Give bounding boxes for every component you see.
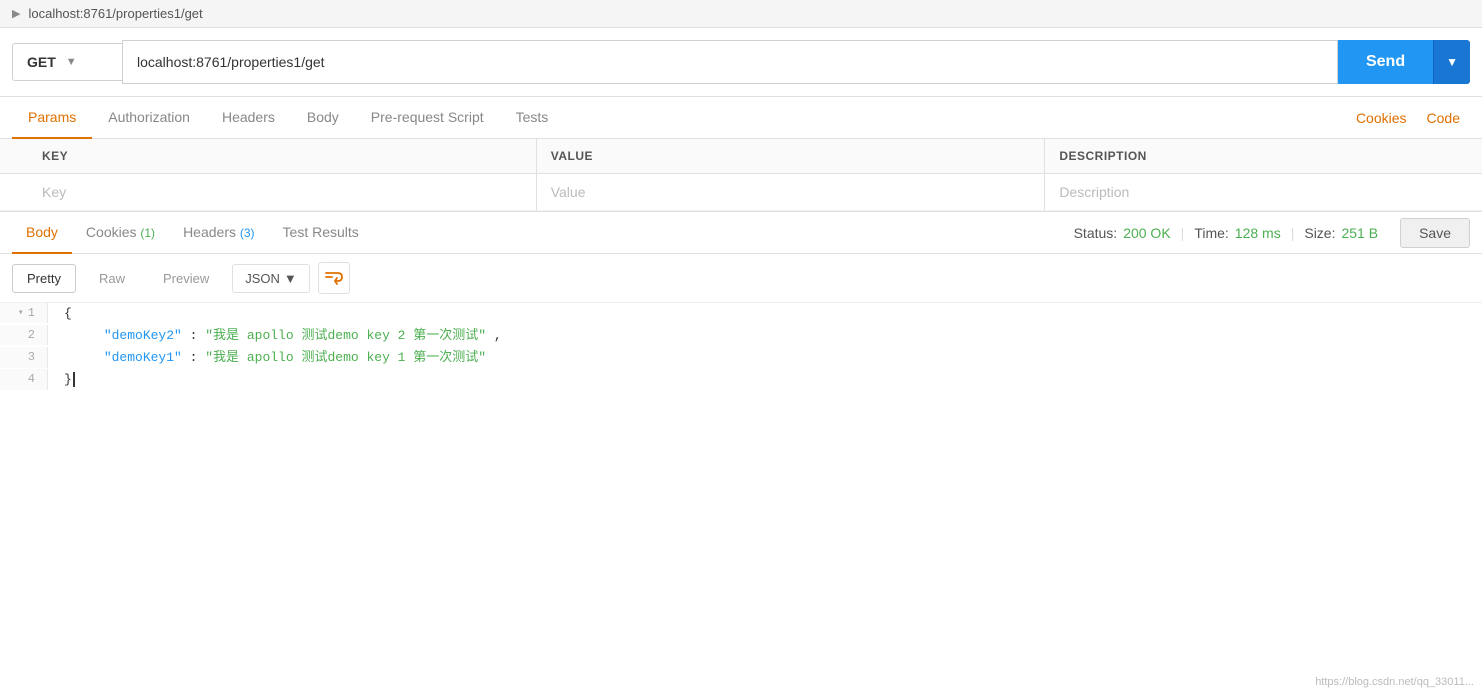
- response-tab-test-results[interactable]: Test Results: [269, 212, 373, 254]
- pretty-button[interactable]: Pretty: [12, 264, 76, 293]
- tab-code-right[interactable]: Code: [1417, 98, 1470, 138]
- tab-cookies-right[interactable]: Cookies: [1346, 98, 1417, 138]
- save-button[interactable]: Save: [1400, 218, 1470, 248]
- time-label: Time:: [1194, 225, 1228, 241]
- send-btn-group: Send ▼: [1338, 40, 1470, 84]
- send-dropdown-icon: ▼: [1446, 55, 1458, 69]
- status-value: 200 OK: [1123, 225, 1170, 241]
- value-input-cell[interactable]: Value: [536, 174, 1045, 211]
- format-label: JSON: [245, 271, 280, 286]
- tab-pre-request-script[interactable]: Pre-request Script: [355, 97, 500, 139]
- col-value: VALUE: [536, 139, 1045, 174]
- fold-arrow-1: ▾: [18, 305, 24, 322]
- cookies-badge: (1): [140, 226, 155, 240]
- tab-body[interactable]: Body: [291, 97, 355, 139]
- key-placeholder: Key: [42, 184, 66, 200]
- format-chevron-icon: ▼: [284, 271, 297, 286]
- col-description: DESCRIPTION: [1045, 139, 1482, 174]
- send-dropdown-button[interactable]: ▼: [1433, 40, 1470, 84]
- description-placeholder: Description: [1059, 184, 1129, 200]
- watermark: https://blog.csdn.net/qq_33011...: [1315, 676, 1474, 688]
- breadcrumb-arrow: ▶: [12, 7, 20, 20]
- col-key: KEY: [28, 139, 536, 174]
- status-label: Status:: [1074, 225, 1118, 241]
- code-line-4: 4 }: [0, 369, 1482, 391]
- value-placeholder: Value: [551, 184, 586, 200]
- request-tabs: Params Authorization Headers Body Pre-re…: [0, 97, 1482, 139]
- code-line-2: 2 "demoKey2" : "我是 apollo 测试demo key 2 第…: [0, 325, 1482, 347]
- code-line-3: 3 "demoKey1" : "我是 apollo 测试demo key 1 第…: [0, 347, 1482, 369]
- breadcrumb-bar: ▶ localhost:8761/properties1/get: [0, 0, 1482, 28]
- row-checkbox-cell: [0, 174, 28, 211]
- url-bar: GET ▼ Send ▼: [0, 28, 1482, 97]
- response-tab-body[interactable]: Body: [12, 212, 72, 254]
- format-bar: Pretty Raw Preview JSON ▼: [0, 254, 1482, 303]
- tab-params[interactable]: Params: [12, 97, 92, 139]
- code-content-4: }: [48, 369, 1482, 391]
- tab-authorization[interactable]: Authorization: [92, 97, 206, 139]
- response-tab-headers[interactable]: Headers (3): [169, 212, 268, 254]
- time-value: 128 ms: [1235, 225, 1281, 241]
- description-input-cell[interactable]: Description: [1045, 174, 1482, 211]
- send-button[interactable]: Send: [1338, 40, 1433, 84]
- preview-button[interactable]: Preview: [148, 264, 224, 293]
- raw-button[interactable]: Raw: [84, 264, 140, 293]
- response-tab-cookies[interactable]: Cookies (1): [72, 212, 169, 254]
- code-content-1: {: [48, 303, 1482, 325]
- method-chevron-icon: ▼: [66, 56, 77, 68]
- code-line-1: ▾ 1 {: [0, 303, 1482, 325]
- line-number-2: 2: [0, 325, 48, 345]
- line-number-3: 3: [0, 347, 48, 367]
- method-select[interactable]: GET ▼: [12, 43, 122, 81]
- code-area: ▾ 1 { 2 "demoKey2" : "我是 apollo 测试demo k…: [0, 303, 1482, 391]
- size-label: Size:: [1304, 225, 1335, 241]
- tab-tests[interactable]: Tests: [500, 97, 565, 139]
- breadcrumb-url: localhost:8761/properties1/get: [28, 6, 202, 21]
- wrap-icon: [324, 268, 344, 288]
- response-section: Body Cookies (1) Headers (3) Test Result…: [0, 211, 1482, 391]
- size-value: 251 B: [1341, 225, 1378, 241]
- response-tabs-bar: Body Cookies (1) Headers (3) Test Result…: [0, 212, 1482, 254]
- tab-headers[interactable]: Headers: [206, 97, 291, 139]
- params-table: KEY VALUE DESCRIPTION Key Value Descript…: [0, 139, 1482, 211]
- url-input[interactable]: [122, 40, 1338, 84]
- headers-badge: (3): [240, 226, 255, 240]
- code-content-2: "demoKey2" : "我是 apollo 测试demo key 2 第一次…: [48, 325, 1482, 347]
- line-number-1: ▾ 1: [0, 303, 48, 323]
- table-row: Key Value Description: [0, 174, 1482, 211]
- method-label: GET: [27, 54, 56, 70]
- col-checkbox: [0, 139, 28, 174]
- response-meta: Status: 200 OK | Time: 128 ms | Size: 25…: [1074, 218, 1470, 248]
- wrap-button[interactable]: [318, 262, 350, 294]
- code-content-3: "demoKey1" : "我是 apollo 测试demo key 1 第一次…: [48, 347, 1482, 369]
- format-select[interactable]: JSON ▼: [232, 264, 310, 293]
- line-number-4: 4: [0, 369, 48, 389]
- key-input-cell[interactable]: Key: [28, 174, 536, 211]
